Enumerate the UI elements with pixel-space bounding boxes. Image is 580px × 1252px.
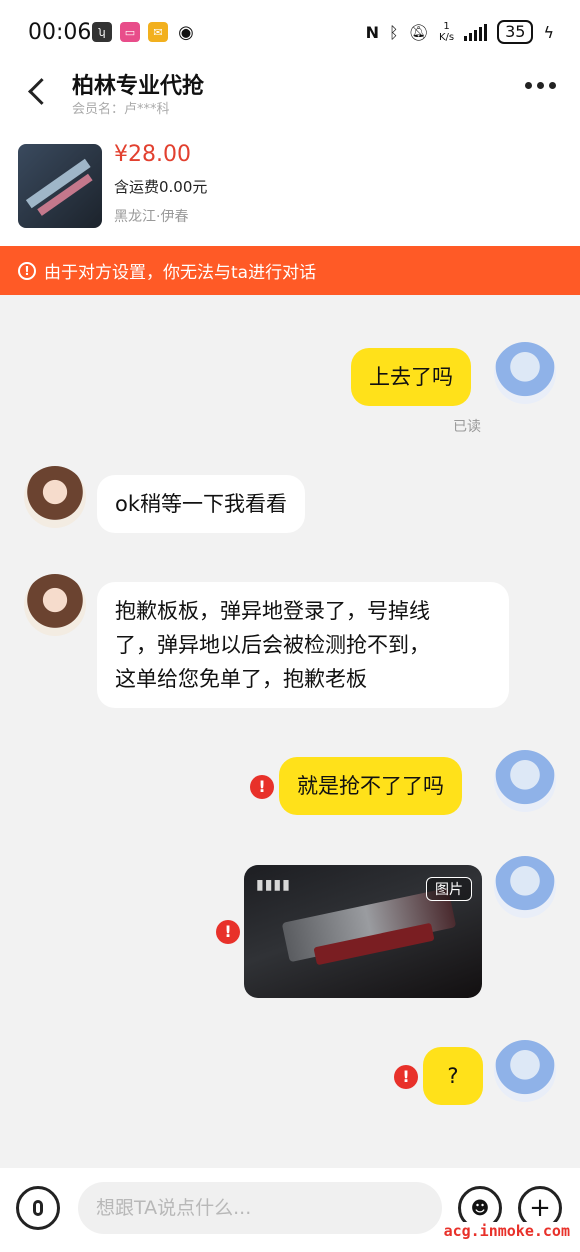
- eye-icon: ◉: [176, 22, 196, 43]
- nfc-icon: N: [365, 22, 380, 42]
- read-receipt: 已读: [453, 419, 481, 435]
- message-input[interactable]: [78, 1182, 442, 1234]
- more-options-icon[interactable]: [525, 82, 556, 89]
- message-line: 了，弹异地以后会被检测抢不到，: [115, 633, 430, 657]
- network-speed: 1 K/s: [438, 21, 455, 43]
- bluetooth-icon: ᛒ: [389, 22, 399, 42]
- send-failed-icon[interactable]: !: [394, 1065, 418, 1089]
- send-failed-icon[interactable]: !: [250, 775, 274, 799]
- message-bubble-sent[interactable]: 上去了吗: [351, 348, 471, 406]
- image-tag: 图片: [426, 877, 472, 901]
- my-avatar[interactable]: [494, 342, 556, 404]
- message-bubble-received[interactable]: 抱歉板板，弹异地登录了，号掉线 了，弹异地以后会被检测抢不到， 这单给您免单了，…: [97, 582, 509, 708]
- status-bar: 00:06 ʮ ▭ ✉ ◉ N ᛒ 🔕︎ 1 K/s 35 ϟ: [0, 0, 580, 62]
- product-price: ¥28.00: [114, 142, 191, 167]
- status-time: 00:06: [28, 20, 92, 45]
- gun-icon: [25, 158, 93, 216]
- message-line: 这单给您免单了，抱歉老板: [115, 667, 367, 691]
- shipping-fee: 含运费0.00元: [114, 178, 208, 196]
- my-avatar[interactable]: [494, 750, 556, 812]
- app-notification-icon: ʮ: [92, 22, 112, 42]
- message-bubble-sent[interactable]: 就是抢不了了吗: [279, 757, 462, 815]
- page-title: 柏林专业代抢: [72, 74, 205, 99]
- product-image[interactable]: [18, 144, 102, 228]
- mail-icon: ✉: [148, 22, 168, 42]
- signal-icon: [464, 23, 488, 41]
- seller-location: 黑龙江·伊春: [114, 209, 189, 225]
- charging-icon: ϟ: [543, 22, 554, 42]
- watermark: acg.inmoke.com: [441, 1222, 572, 1240]
- bilibili-icon: ▭: [120, 22, 140, 42]
- contact-avatar[interactable]: [24, 574, 86, 636]
- warning-icon: !: [18, 261, 36, 280]
- message-bubble-received[interactable]: ok稍等一下我看看: [97, 475, 306, 533]
- contact-avatar[interactable]: [24, 466, 86, 528]
- mute-icon: 🔕︎: [408, 22, 429, 42]
- input-bar: ☻ + acg.inmoke.com: [0, 1168, 580, 1252]
- member-name: 会员名：卢***科: [72, 102, 170, 117]
- voice-input-icon[interactable]: [16, 1186, 60, 1230]
- my-avatar[interactable]: [494, 1040, 556, 1102]
- message-line: 抱歉板板，弹异地登录了，号掉线: [115, 599, 430, 623]
- product-card[interactable]: ¥28.00 含运费0.00元 黑龙江·伊春: [0, 120, 580, 246]
- system-icons: N ᛒ 🔕︎ 1 K/s 35 ϟ: [366, 20, 554, 44]
- back-arrow-icon[interactable]: [22, 72, 58, 112]
- restriction-message: 由于对方设置，你无法与ta进行对话: [44, 263, 317, 283]
- battery-indicator: 35: [497, 20, 534, 44]
- message-bubble-sent[interactable]: ?: [423, 1047, 483, 1105]
- image-message[interactable]: ▮▮▮▮ 图片: [244, 865, 482, 998]
- my-avatar[interactable]: [494, 856, 556, 918]
- send-failed-icon[interactable]: !: [216, 920, 240, 944]
- chat-restriction-banner: ! 由于对方设置，你无法与ta进行对话: [0, 246, 580, 295]
- chat-header: 柏林专业代抢 会员名：卢***科: [0, 62, 580, 120]
- image-logo: ▮▮▮▮: [256, 877, 291, 893]
- notification-icons: ʮ ▭ ✉ ◉: [92, 22, 196, 43]
